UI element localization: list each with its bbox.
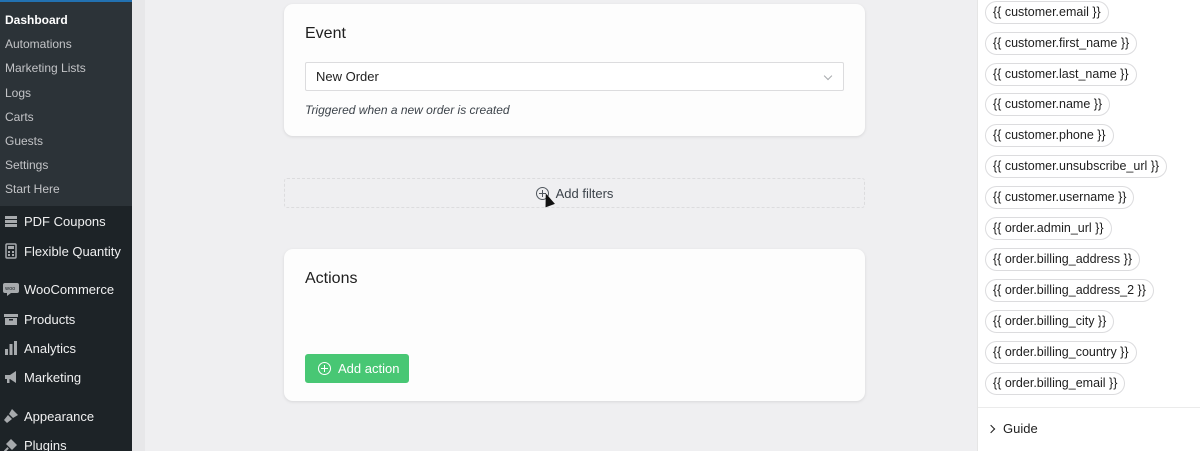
- svg-text:woo: woo: [5, 286, 15, 292]
- event-card: Event New Order Triggered when a new ord…: [284, 4, 865, 136]
- variable-chip[interactable]: {{ customer.name }}: [985, 93, 1111, 116]
- submenu-item-marketing-lists[interactable]: Marketing Lists: [0, 56, 132, 80]
- menu-item-flexible-quantity[interactable]: Flexible Quantity: [0, 237, 132, 265]
- menu-item-plugins[interactable]: Plugins: [0, 431, 132, 451]
- calculator-icon: [0, 243, 24, 259]
- add-filters-button[interactable]: Add filters: [284, 178, 865, 208]
- submenu-item-automations[interactable]: Automations: [0, 32, 132, 56]
- box-icon: [0, 311, 24, 327]
- chevron-down-icon: [823, 71, 833, 81]
- menu-item-marketing[interactable]: Marketing: [0, 363, 132, 391]
- actions-card: Actions Add action: [284, 249, 865, 401]
- variable-chip[interactable]: {{ customer.first_name }}: [985, 32, 1138, 55]
- guide-label: Guide: [1003, 421, 1038, 436]
- admin-sidebar: Dashboard Automations Marketing Lists Lo…: [0, 0, 132, 451]
- variable-chip[interactable]: {{ order.billing_address }}: [985, 248, 1140, 271]
- woocommerce-icon: woo: [0, 282, 24, 296]
- event-description: Triggered when a new order is created: [305, 103, 510, 117]
- variable-chip[interactable]: {{ customer.username }}: [985, 186, 1135, 209]
- menu-item-appearance[interactable]: Appearance: [0, 402, 132, 430]
- variable-chip[interactable]: {{ order.billing_email }}: [985, 372, 1126, 395]
- menu-label: PDF Coupons: [24, 213, 106, 229]
- paintbrush-icon: [0, 408, 24, 424]
- submenu-item-start-here[interactable]: Start Here: [0, 177, 132, 201]
- coupon-icon: [0, 213, 24, 229]
- menu-label: Analytics: [24, 340, 77, 356]
- event-title: Event: [305, 25, 346, 42]
- menu-label: Products: [24, 311, 76, 327]
- menu-item-pdf-coupons[interactable]: PDF Coupons: [0, 207, 132, 235]
- workflow-canvas: Event New Order Triggered when a new ord…: [145, 0, 977, 451]
- actions-title: Actions: [305, 270, 358, 287]
- guide-toggle[interactable]: Guide: [986, 421, 1038, 436]
- chevron-right-icon: [986, 424, 996, 433]
- divider: [978, 407, 1200, 408]
- add-filters-label: Add filters: [555, 185, 614, 201]
- menu-label: Flexible Quantity: [24, 243, 121, 259]
- menu-item-analytics[interactable]: Analytics: [0, 334, 132, 362]
- menu-item-woocommerce[interactable]: woo WooCommerce: [0, 275, 132, 303]
- event-select-value: New Order: [316, 69, 379, 84]
- variable-chip[interactable]: {{ customer.phone }}: [985, 124, 1114, 147]
- variable-chip[interactable]: {{ order.billing_country }}: [985, 341, 1137, 364]
- variable-chip[interactable]: {{ customer.email }}: [985, 1, 1109, 24]
- menu-label: Marketing: [24, 369, 82, 385]
- add-action-button[interactable]: Add action: [305, 354, 409, 383]
- submenu-item-guests[interactable]: Guests: [0, 129, 132, 153]
- menu-label: Plugins: [24, 437, 67, 451]
- variable-chip[interactable]: {{ order.billing_address_2 }}: [985, 279, 1154, 302]
- submenu-item-carts[interactable]: Carts: [0, 105, 132, 129]
- plugin-icon: [0, 437, 24, 451]
- bar-chart-icon: [0, 340, 24, 356]
- submenu-item-dashboard[interactable]: Dashboard: [0, 8, 132, 32]
- variable-chip[interactable]: {{ customer.unsubscribe_url }}: [985, 155, 1168, 178]
- event-select[interactable]: New Order: [305, 62, 844, 91]
- plus-circle-icon: [318, 362, 331, 375]
- add-action-label: Add action: [338, 361, 400, 376]
- plugin-submenu: Dashboard Automations Marketing Lists Lo…: [0, 0, 132, 206]
- variables-panel: {{ customer.email }} {{ customer.first_n…: [977, 0, 1200, 451]
- menu-label: WooCommerce: [24, 281, 115, 297]
- variable-chip[interactable]: {{ order.admin_url }}: [985, 217, 1112, 240]
- variable-chip[interactable]: {{ order.billing_city }}: [985, 310, 1115, 333]
- main-content: Event New Order Triggered when a new ord…: [132, 0, 977, 451]
- variable-chip[interactable]: {{ customer.last_name }}: [985, 63, 1137, 86]
- menu-label: Appearance: [24, 408, 95, 424]
- submenu-item-logs[interactable]: Logs: [0, 81, 132, 105]
- menu-item-products[interactable]: Products: [0, 305, 132, 333]
- submenu-item-settings[interactable]: Settings: [0, 153, 132, 177]
- megaphone-icon: [0, 369, 24, 385]
